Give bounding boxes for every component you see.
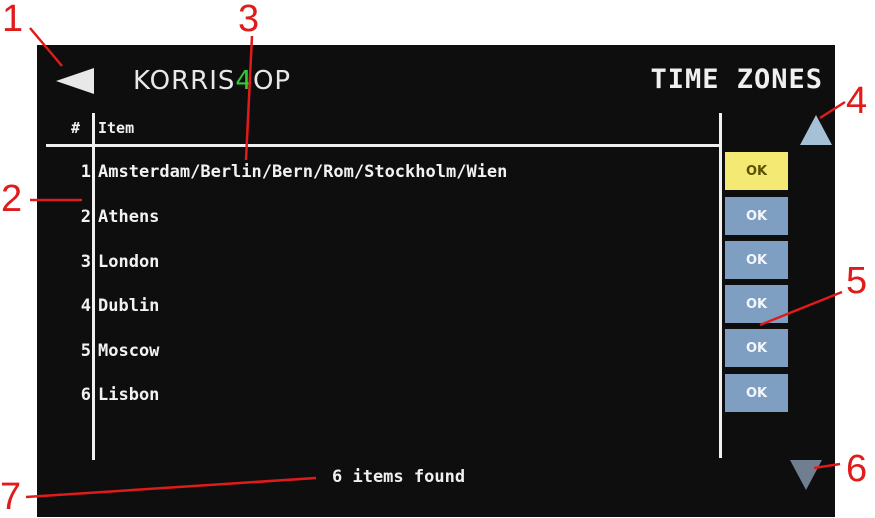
callout-number-3: 3 (238, 0, 260, 40)
row-number: 5 (80, 341, 91, 361)
items-found-status: 6 items found (332, 467, 466, 487)
column-divider (92, 113, 95, 460)
ok-button[interactable]: OK (725, 241, 788, 279)
brand-logo: KORRIS 4 OP (133, 66, 291, 96)
callout-number-6: 6 (846, 448, 868, 490)
row-item-name: Dublin (98, 296, 160, 316)
callout-number-7: 7 (0, 476, 22, 518)
logo-accent-text: 4 (235, 66, 253, 96)
logo-text: KORRIS (133, 66, 236, 96)
ok-button[interactable]: OK (725, 285, 788, 323)
callout-number-5: 5 (846, 260, 868, 302)
column-header-item: Item (98, 119, 135, 137)
ok-button-selected[interactable]: OK (725, 152, 788, 190)
back-arrow-icon[interactable] (56, 68, 94, 94)
callout-number-2: 2 (1, 178, 23, 220)
ok-button[interactable]: OK (725, 329, 788, 367)
row-item-name: Amsterdam/Berlin/Bern/Rom/Stockholm/Wien (98, 162, 508, 182)
logo-text-end: OP (252, 66, 292, 96)
page-title: TIME ZONES (650, 64, 823, 95)
row-item-name: Lisbon (98, 385, 160, 405)
callout-number-4: 4 (846, 80, 868, 122)
device-screen (37, 45, 835, 517)
callout-number-1: 1 (2, 0, 24, 40)
table-right-border (719, 113, 722, 458)
row-number: 6 (80, 385, 91, 405)
row-number: 1 (80, 162, 91, 182)
row-number: 3 (80, 252, 91, 272)
ok-button[interactable]: OK (725, 374, 788, 412)
row-number: 4 (80, 296, 91, 316)
ok-button[interactable]: OK (725, 197, 788, 235)
row-item-name: London (98, 252, 160, 272)
scroll-up-arrow-icon[interactable] (800, 115, 832, 145)
row-number: 2 (80, 207, 91, 227)
row-item-name: Moscow (98, 341, 160, 361)
table-header: # Item (60, 117, 720, 139)
scroll-down-arrow-icon[interactable] (790, 460, 822, 490)
column-header-number: # (71, 119, 81, 137)
header-divider (46, 144, 722, 147)
row-item-name: Athens (98, 207, 160, 227)
